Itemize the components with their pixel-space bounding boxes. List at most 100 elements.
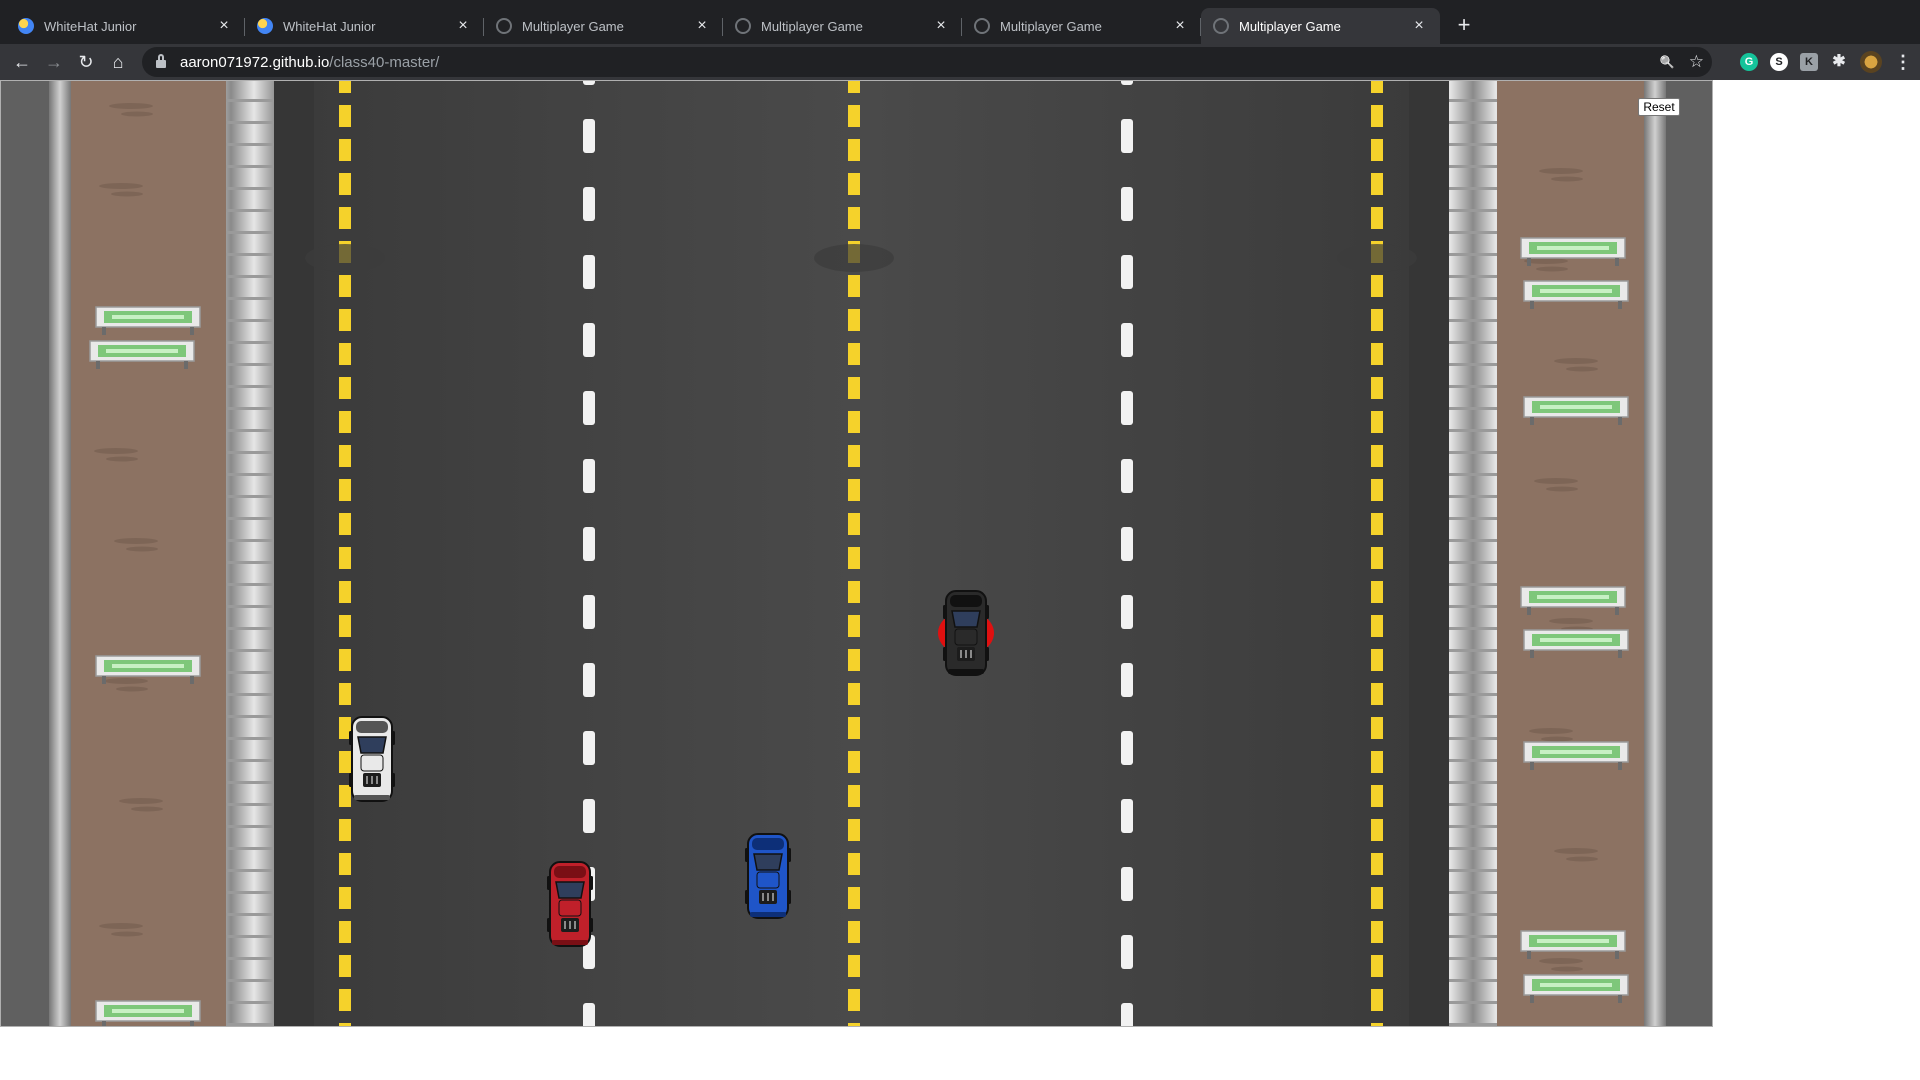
home-icon[interactable]: ⌂	[102, 46, 134, 78]
white-lane-dash	[1121, 595, 1133, 629]
browser-chrome: WhiteHat Junior × WhiteHat Junior × Multipla…	[0, 0, 1920, 80]
game-canvas[interactable]	[0, 80, 1713, 1027]
yellow-lane-dash	[1371, 139, 1383, 161]
globe-icon	[974, 18, 990, 34]
white-lane-dash	[583, 799, 595, 833]
white-lane-dash	[1121, 391, 1133, 425]
yellow-lane-dash	[1371, 717, 1383, 739]
yellow-lane-dash	[339, 139, 351, 161]
yellow-lane-dash	[339, 445, 351, 467]
red-car	[547, 861, 593, 947]
yellow-lane-dash	[339, 377, 351, 399]
close-tab-icon[interactable]: ×	[932, 17, 950, 35]
yellow-lane-dash	[339, 173, 351, 195]
yellow-lane-dash	[1371, 81, 1383, 93]
white-lane-dash	[583, 595, 595, 629]
black-car-highlighted	[938, 590, 994, 676]
yellow-lane-dash	[1371, 207, 1383, 229]
white-lane-dash	[583, 1003, 595, 1026]
yellow-lane-dash	[848, 785, 860, 807]
yellow-lane-dash	[848, 81, 860, 93]
tab-title: WhiteHat Junior	[283, 18, 376, 34]
yellow-lane-dash	[848, 343, 860, 365]
yellow-lane-dash	[339, 819, 351, 841]
white-lane-dash	[1121, 1003, 1133, 1026]
profile-avatar[interactable]	[1860, 51, 1882, 73]
white-lane-dash	[583, 81, 595, 85]
zoom-icon[interactable]: 🔍	[1660, 55, 1675, 69]
yellow-lane-dash	[339, 1023, 351, 1026]
white-lane-dash	[583, 323, 595, 357]
yellow-lane-dash	[848, 581, 860, 603]
browser-tab[interactable]: Multiplayer Game ×	[723, 8, 962, 44]
white-lane-dash	[583, 663, 595, 697]
tab-strip: WhiteHat Junior × WhiteHat Junior × Multipla…	[0, 0, 1920, 44]
close-tab-icon[interactable]: ×	[1410, 17, 1428, 35]
yellow-lane-dash	[1371, 105, 1383, 127]
yellow-lane-dash	[339, 479, 351, 501]
bookmark-star-icon[interactable]: ☆	[1689, 52, 1704, 72]
close-tab-icon[interactable]: ×	[1171, 17, 1189, 35]
white-lane-dash	[1121, 187, 1133, 221]
globe-icon	[496, 18, 512, 34]
close-tab-icon[interactable]: ×	[454, 17, 472, 35]
white-lane-dash	[1121, 119, 1133, 153]
yellow-lane-dash	[1371, 921, 1383, 943]
close-tab-icon[interactable]: ×	[215, 17, 233, 35]
yellow-lane-dash	[1371, 411, 1383, 433]
yellow-lane-dash	[1371, 615, 1383, 637]
yellow-lane-dash	[339, 207, 351, 229]
yellow-lane-dash	[848, 309, 860, 331]
race-track	[1, 81, 1712, 1026]
yellow-lane-dash	[339, 105, 351, 127]
yellow-lane-dash	[339, 81, 351, 93]
reset-button[interactable]: Reset	[1638, 98, 1680, 116]
address-bar[interactable]: aaron071972.github.io /class40-master/ 🔍…	[142, 47, 1712, 77]
yellow-lane-dash	[848, 105, 860, 127]
browser-tab[interactable]: Multiplayer Game ×	[484, 8, 723, 44]
left-edge	[1, 81, 49, 1026]
white-lane-dash	[583, 391, 595, 425]
close-tab-icon[interactable]: ×	[693, 17, 711, 35]
forward-icon[interactable]: →	[38, 46, 70, 78]
k-extension-icon[interactable]: K	[1800, 53, 1818, 71]
white-lane-dash	[583, 731, 595, 765]
browser-tab[interactable]: Multiplayer Game ×	[1201, 8, 1440, 44]
white-lane-dash	[1121, 81, 1133, 85]
yellow-lane-dash	[848, 615, 860, 637]
white-lane-dash	[1121, 255, 1133, 289]
yellow-lane-dash	[848, 649, 860, 671]
url-host: aaron071972.github.io	[180, 53, 330, 71]
lock-icon[interactable]	[156, 54, 166, 68]
extensions-puzzle-icon[interactable]: ✱	[1830, 53, 1848, 71]
new-tab-button[interactable]: +	[1448, 10, 1480, 42]
yellow-lane-dash	[848, 411, 860, 433]
yellow-lane-dash	[848, 989, 860, 1011]
yellow-lane-dash	[1371, 683, 1383, 705]
tab-title: Multiplayer Game	[761, 18, 863, 34]
yellow-lane-dash	[339, 751, 351, 773]
yellow-lane-dash	[1371, 445, 1383, 467]
browser-menu-icon[interactable]: ⋮	[1894, 53, 1912, 71]
yellow-lane-dash	[339, 955, 351, 977]
yellow-lane-dash	[1371, 343, 1383, 365]
browser-tab[interactable]: Multiplayer Game ×	[962, 8, 1201, 44]
reload-icon[interactable]: ↻	[70, 46, 102, 78]
yellow-lane-dash	[848, 173, 860, 195]
tab-title: Multiplayer Game	[1239, 18, 1341, 34]
white-lane-dash	[1121, 323, 1133, 357]
yellow-lane-dash	[1371, 275, 1383, 297]
s-extension-icon[interactable]: S	[1770, 53, 1788, 71]
road-surface	[274, 81, 1449, 1026]
browser-tab[interactable]: WhiteHat Junior ×	[6, 8, 245, 44]
yellow-lane-dash	[1371, 581, 1383, 603]
browser-tab[interactable]: WhiteHat Junior ×	[245, 8, 484, 44]
yellow-lane-dash	[339, 309, 351, 331]
grammarly-icon[interactable]: G	[1740, 53, 1758, 71]
yellow-lane-dash	[848, 819, 860, 841]
browser-toolbar: ← → ↻ ⌂ aaron071972.github.io /class40-m…	[0, 44, 1920, 80]
whitehat-icon	[257, 18, 273, 34]
back-icon[interactable]: ←	[6, 46, 38, 78]
yellow-lane-dash	[848, 887, 860, 909]
globe-icon	[735, 18, 751, 34]
